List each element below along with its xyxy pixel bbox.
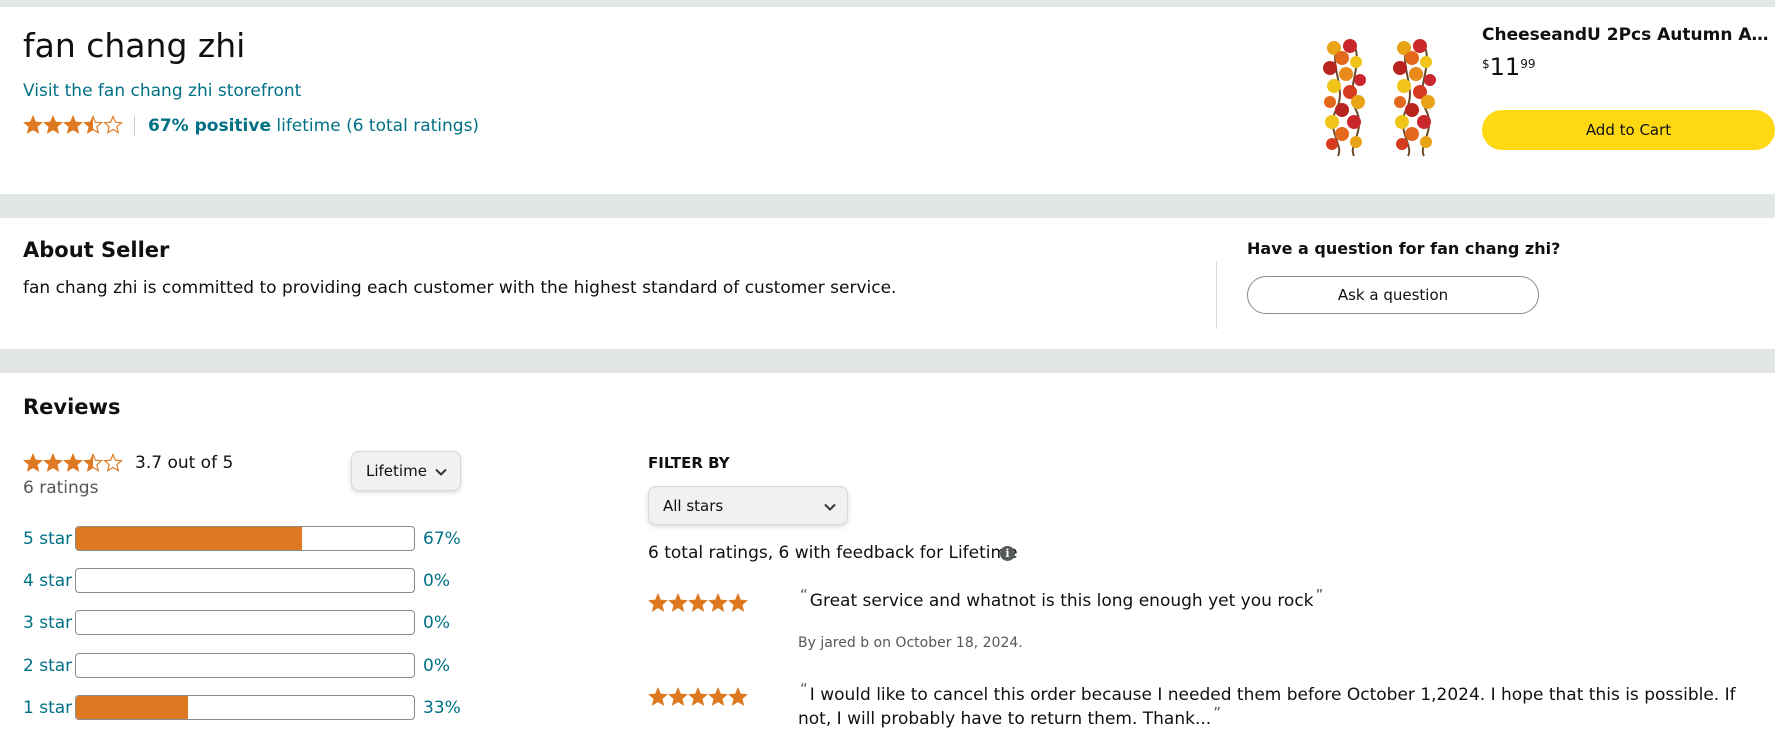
average-rating-text: 3.7 out of 5 (135, 453, 234, 473)
total-ratings-text: 6 total ratings, 6 with feedback for Lif… (648, 543, 1018, 563)
histogram-row[interactable]: 1 star 33% (23, 695, 483, 721)
close-quote-icon: ” (1213, 704, 1221, 722)
top-divider-band (0, 0, 1775, 7)
star-full-icon (63, 115, 83, 134)
positive-percent: 67% positive (148, 116, 271, 136)
star-full-icon (688, 687, 708, 706)
star-empty-icon (103, 453, 123, 472)
star-empty-icon (103, 115, 123, 134)
price-currency: $ (1482, 57, 1490, 71)
star-full-icon (648, 593, 668, 612)
open-quote-icon: “ (800, 586, 808, 604)
seller-name: fan chang zhi (23, 26, 246, 65)
star-half-icon (83, 453, 103, 472)
rating-summary-text: lifetime (6 total ratings) (276, 116, 480, 136)
num-ratings: 6 ratings (23, 478, 99, 498)
price-whole: 11 (1489, 53, 1521, 81)
review-body: Great service and whatnot is this long e… (809, 591, 1314, 611)
histogram-label[interactable]: 1 star (23, 698, 72, 718)
review-author: By jared b on October 18, 2024. (798, 635, 1023, 651)
review-stars (648, 687, 748, 707)
product-image[interactable] (1320, 38, 1460, 158)
period-select-value: Lifetime (366, 462, 427, 480)
period-select[interactable]: Lifetime (351, 451, 461, 491)
histogram-label[interactable]: 3 star (23, 613, 72, 633)
histogram-row[interactable]: 2 star 0% (23, 653, 483, 679)
histogram-row[interactable]: 3 star 0% (23, 610, 483, 636)
filter-label: FILTER BY (648, 454, 730, 472)
storefront-link[interactable]: Visit the fan chang zhi storefront (23, 80, 301, 102)
average-rating-stars (23, 453, 123, 473)
open-quote-icon: “ (800, 680, 808, 698)
star-half-icon (83, 115, 103, 134)
star-filter-value: All stars (663, 496, 724, 515)
review-text: “Great service and whatnot is this long … (798, 586, 1758, 613)
star-full-icon (648, 687, 668, 706)
histogram-bar[interactable] (75, 526, 415, 551)
star-full-icon (688, 593, 708, 612)
about-seller-title: About Seller (23, 238, 170, 262)
ask-question-button[interactable]: Ask a question (1247, 276, 1539, 314)
histogram-label[interactable]: 4 star (23, 571, 72, 591)
question-title: Have a question for fan chang zhi? (1247, 239, 1561, 258)
star-full-icon (63, 453, 83, 472)
star-full-icon (668, 687, 688, 706)
histogram-label[interactable]: 2 star (23, 656, 72, 676)
star-full-icon (728, 593, 748, 612)
section-divider-band (0, 349, 1775, 373)
seller-rating-stars[interactable] (23, 115, 123, 135)
histogram-label[interactable]: 5 star (23, 529, 72, 549)
histogram-bar[interactable] (75, 695, 415, 720)
info-icon[interactable]: i (1000, 546, 1015, 561)
reviews-title: Reviews (23, 395, 121, 419)
star-full-icon (708, 687, 728, 706)
histogram-percent[interactable]: 67% (423, 529, 461, 549)
about-seller-text: fan chang zhi is committed to providing … (23, 278, 897, 298)
histogram-bar[interactable] (75, 653, 415, 678)
section-divider-band (0, 194, 1775, 218)
close-quote-icon: ” (1315, 586, 1324, 604)
review-stars (648, 593, 748, 613)
histogram-bar[interactable] (75, 610, 415, 635)
histogram-bar-fill (76, 696, 188, 719)
star-full-icon (728, 687, 748, 706)
star-full-icon (708, 593, 728, 612)
histogram-row[interactable]: 4 star 0% (23, 568, 483, 594)
chevron-down-icon (435, 468, 447, 476)
vertical-divider (1216, 261, 1217, 329)
add-to-cart-button[interactable]: Add to Cart (1482, 110, 1775, 150)
product-title[interactable]: CheeseandU 2Pcs Autumn Artifici... (1482, 24, 1775, 46)
histogram-row[interactable]: 5 star 67% (23, 526, 483, 552)
chevron-down-icon (824, 503, 836, 511)
star-filter-select[interactable]: All stars (648, 486, 848, 525)
histogram-percent[interactable]: 0% (423, 656, 450, 676)
histogram-bar-fill (76, 527, 303, 550)
histogram-bar[interactable] (75, 568, 415, 593)
rating-summary[interactable]: 67% positive lifetime (6 total ratings) (148, 115, 479, 137)
star-full-icon (23, 115, 43, 134)
histogram-percent[interactable]: 33% (423, 698, 461, 718)
histogram-percent[interactable]: 0% (423, 613, 450, 633)
star-full-icon (43, 115, 63, 134)
star-full-icon (668, 593, 688, 612)
histogram-percent[interactable]: 0% (423, 571, 450, 591)
price-fraction: 99 (1520, 57, 1536, 71)
rating-separator (134, 116, 135, 136)
star-full-icon (23, 453, 43, 472)
review-body: I would like to cancel this order becaus… (798, 685, 1736, 729)
review-text: “I would like to cancel this order becau… (798, 680, 1758, 731)
star-full-icon (43, 453, 63, 472)
product-price: $1199 (1482, 55, 1535, 79)
